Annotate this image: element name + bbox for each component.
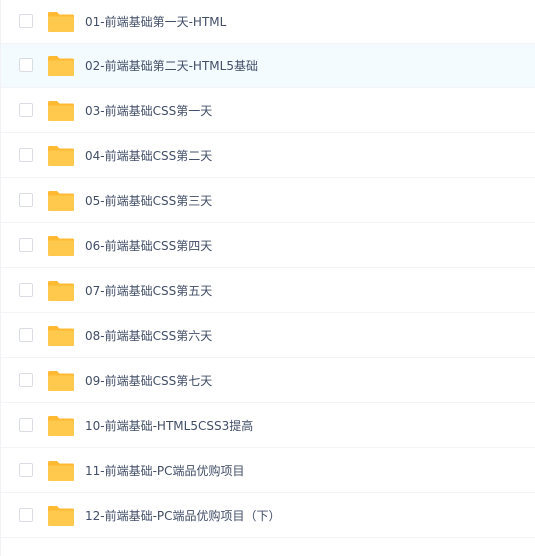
file-name[interactable]: 12-前端基础-PC端品优购项目（下） [85, 494, 281, 538]
row-checkbox[interactable] [19, 58, 33, 72]
file-row[interactable]: 10-前端基础-HTML5CSS3提高 [1, 404, 535, 448]
folder-icon [47, 370, 75, 392]
file-name[interactable]: 03-前端基础CSS第一天 [85, 89, 212, 133]
row-checkbox[interactable] [19, 14, 33, 28]
row-checkbox[interactable] [19, 148, 33, 162]
file-row[interactable]: 06-前端基础CSS第四天 [1, 224, 535, 268]
folder-icon [47, 325, 75, 347]
folder-icon [47, 100, 75, 122]
row-checkbox[interactable] [19, 463, 33, 477]
file-row[interactable]: 02-前端基础第二天-HTML5基础 [1, 44, 535, 88]
file-name[interactable]: 10-前端基础-HTML5CSS3提高 [85, 404, 253, 448]
folder-icon [47, 11, 75, 33]
row-checkbox[interactable] [19, 373, 33, 387]
row-checkbox[interactable] [19, 283, 33, 297]
file-row[interactable]: 03-前端基础CSS第一天 [1, 89, 535, 133]
file-row[interactable]: 04-前端基础CSS第二天 [1, 134, 535, 178]
file-name[interactable]: 06-前端基础CSS第四天 [85, 224, 212, 268]
file-name[interactable]: 05-前端基础CSS第三天 [85, 179, 212, 223]
folder-icon [47, 190, 75, 212]
file-name[interactable]: 01-前端基础第一天-HTML [85, 0, 226, 44]
folder-icon [47, 235, 75, 257]
row-checkbox[interactable] [19, 328, 33, 342]
folder-icon [47, 145, 75, 167]
file-row[interactable]: 09-前端基础CSS第七天 [1, 359, 535, 403]
row-checkbox[interactable] [19, 238, 33, 252]
file-name[interactable]: 02-前端基础第二天-HTML5基础 [85, 44, 258, 88]
file-row[interactable]: 05-前端基础CSS第三天 [1, 179, 535, 223]
row-checkbox[interactable] [19, 193, 33, 207]
folder-icon [47, 55, 75, 77]
file-name[interactable]: 11-前端基础-PC端品优购项目 [85, 449, 245, 493]
file-name[interactable]: 09-前端基础CSS第七天 [85, 359, 212, 403]
folder-icon [47, 415, 75, 437]
folder-icon [47, 505, 75, 527]
file-name[interactable]: 08-前端基础CSS第六天 [85, 314, 212, 358]
folder-icon [47, 460, 75, 482]
row-checkbox[interactable] [19, 418, 33, 432]
file-name[interactable]: 07-前端基础CSS第五天 [85, 269, 212, 313]
file-row[interactable]: 01-前端基础第一天-HTML [1, 0, 535, 44]
file-name[interactable]: 04-前端基础CSS第二天 [85, 134, 212, 178]
file-list: 01-前端基础第一天-HTML 02-前端基础第二天-HTML5基础 03-前端… [0, 0, 535, 556]
row-checkbox[interactable] [19, 508, 33, 522]
file-row[interactable]: 07-前端基础CSS第五天 [1, 269, 535, 313]
file-row[interactable]: 12-前端基础-PC端品优购项目（下） [1, 494, 535, 538]
file-row[interactable]: 11-前端基础-PC端品优购项目 [1, 449, 535, 493]
file-row[interactable]: 08-前端基础CSS第六天 [1, 314, 535, 358]
row-checkbox[interactable] [19, 103, 33, 117]
folder-icon [47, 280, 75, 302]
